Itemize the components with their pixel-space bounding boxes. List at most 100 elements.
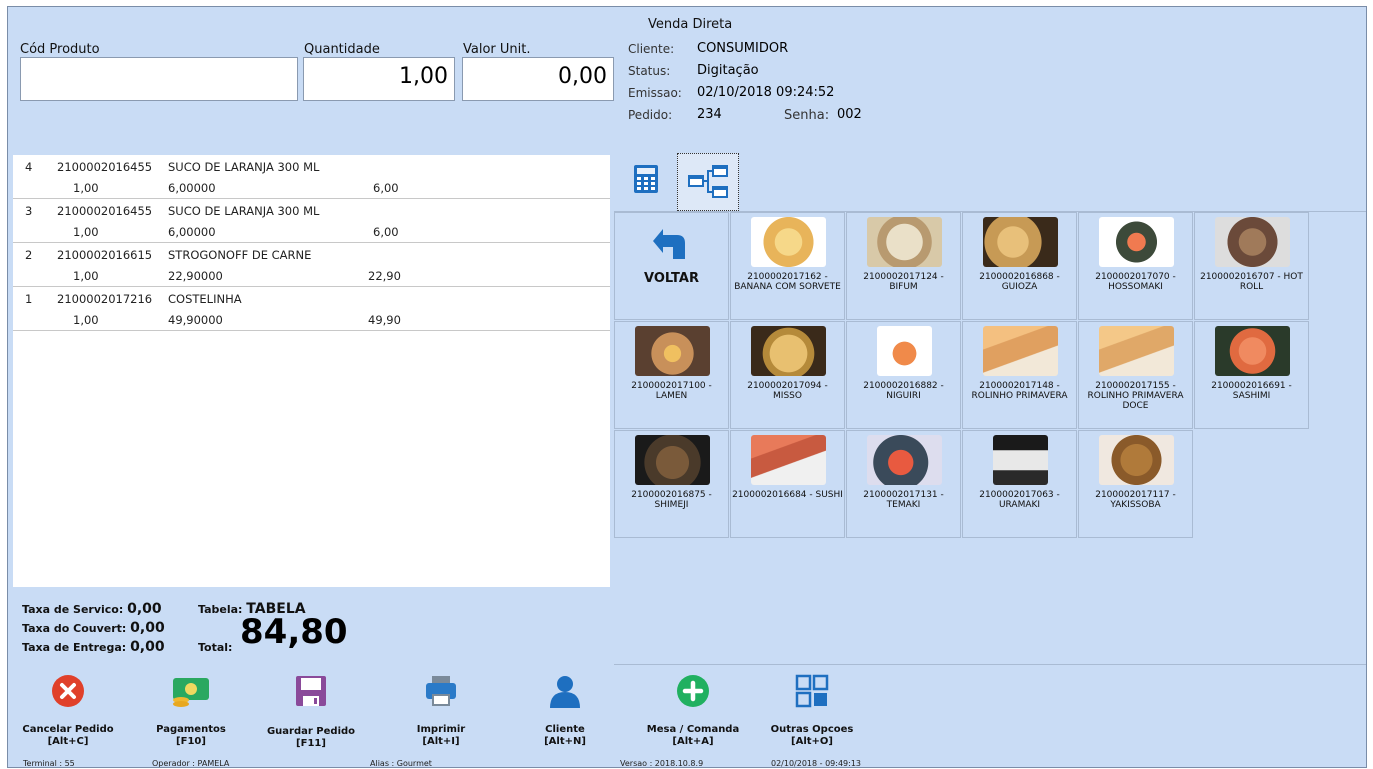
printer-icon [426, 676, 456, 706]
guardar-pedido-button[interactable]: Guardar Pedido [F11] [256, 674, 366, 750]
product-tile[interactable]: 2100002017131 - TEMAKI [846, 430, 961, 538]
cod-produto-label: Cód Produto [20, 42, 100, 57]
product-tile[interactable]: 2100002016691 - SASHIMI [1194, 321, 1309, 429]
money-icon [173, 678, 209, 707]
product-image [993, 435, 1048, 485]
product-label: 2100002017124 - BIFUM [863, 272, 944, 292]
calculator-mode-button[interactable] [617, 153, 675, 205]
product-tile[interactable]: 2100002017094 - MISSO [730, 321, 845, 429]
taxa-couvert-value: 0,00 [130, 620, 165, 636]
product-tile[interactable]: 2100002016882 - NIGUIRI [846, 321, 961, 429]
list-item[interactable]: 1 2100002017216 COSTELINHA 1,00 49,90000… [13, 287, 610, 331]
product-tile[interactable]: 2100002017100 - LAMEN [614, 321, 729, 429]
grid-options-icon [795, 674, 829, 708]
cancelar-shortcut: [Alt+C] [47, 736, 89, 747]
outras-opcoes-button[interactable]: Outras Opcoes [Alt+O] [757, 674, 867, 748]
senha-value: 002 [837, 107, 862, 122]
product-tile[interactable]: 2100002017117 - YAKISSOBA [1078, 430, 1193, 538]
total-value: 84,80 [240, 612, 348, 652]
item-name: SUCO DE LARANJA 300 ML [168, 160, 320, 174]
app-window: Venda Direta Cód Produto Quantidade 1,00… [7, 6, 1367, 768]
mesa-shortcut: [Alt+A] [672, 736, 714, 747]
product-grid: VOLTAR 2100002017162 - BANANA COM SORVET… [614, 211, 1366, 665]
item-code: 2100002016455 [57, 204, 153, 218]
item-unit: 6,00000 [168, 225, 216, 239]
product-tile[interactable]: 2100002017070 - HOSSOMAKI [1078, 212, 1193, 320]
product-tile[interactable]: 2100002016684 - SUSHI [730, 430, 845, 538]
product-image [751, 217, 826, 267]
product-label: 2100002017094 - MISSO [747, 381, 828, 401]
pagamentos-button[interactable]: Pagamentos [F10] [136, 674, 246, 748]
item-total: 6,00 [373, 225, 399, 239]
list-item[interactable]: 3 2100002016455 SUCO DE LARANJA 300 ML 1… [13, 199, 610, 243]
item-seq: 3 [25, 204, 33, 218]
item-total: 22,90 [368, 269, 401, 283]
product-image [867, 435, 942, 485]
item-unit: 22,90000 [168, 269, 223, 283]
taxa-couvert: Taxa do Couvert: 0,00 [22, 620, 165, 636]
product-tree-mode-button[interactable] [677, 153, 739, 211]
cancel-icon [52, 675, 84, 707]
taxa-servico-label: Taxa de Servico: [22, 603, 124, 616]
emissao-label: Emissao: [628, 86, 682, 100]
product-label: 2100002016691 - SASHIMI [1211, 381, 1292, 401]
taxa-servico-value: 0,00 [127, 601, 162, 617]
list-item[interactable]: 2 2100002016615 STROGONOFF DE CARNE 1,00… [13, 243, 610, 287]
cod-produto-input[interactable] [20, 57, 298, 101]
add-icon [677, 675, 709, 707]
product-tile[interactable]: 2100002017155 - ROLINHO PRIMAVERA DOCE [1078, 321, 1193, 429]
quantidade-input[interactable]: 1,00 [303, 57, 455, 101]
senha-label: Senha: [784, 108, 830, 123]
status-versao: Versao : 2018.10.8.9 [620, 759, 704, 768]
window-title: Venda Direta [648, 17, 733, 32]
cancelar-pedido-button[interactable]: Cancelar Pedido [Alt+C] [13, 674, 123, 748]
valor-unit-input[interactable]: 0,00 [462, 57, 614, 101]
back-arrow-icon [653, 229, 685, 259]
product-label: 2100002016707 - HOT ROLL [1200, 272, 1303, 292]
cliente-value: CONSUMIDOR [697, 41, 789, 56]
product-tile[interactable]: 2100002017124 - BIFUM [846, 212, 961, 320]
cliente-button[interactable]: Cliente [Alt+N] [510, 674, 620, 748]
product-image [635, 435, 710, 485]
product-image [983, 326, 1058, 376]
item-qty: 1,00 [73, 225, 99, 239]
item-code: 2100002016455 [57, 160, 153, 174]
product-image [1099, 435, 1174, 485]
pagamentos-shortcut: [F10] [176, 736, 206, 747]
pagamentos-label: Pagamentos [156, 724, 226, 735]
tabela-label: Tabela: [198, 603, 243, 616]
calculator-icon [634, 165, 658, 193]
item-code: 2100002016615 [57, 248, 153, 262]
product-tile[interactable]: 2100002017063 - URAMAKI [962, 430, 1077, 538]
product-image [751, 326, 826, 376]
product-tile[interactable]: 2100002016875 - SHIMEJI [614, 430, 729, 538]
voltar-button[interactable]: VOLTAR [614, 212, 729, 320]
product-label: 2100002016684 - SUSHI [732, 490, 843, 500]
status-operador: Operador : PAMELA [152, 759, 230, 768]
product-tile[interactable]: 2100002016868 - GUIOZA [962, 212, 1077, 320]
quantidade-label: Quantidade [304, 42, 380, 57]
imprimir-button[interactable]: Imprimir [Alt+I] [386, 674, 496, 748]
product-label: 2100002017070 - HOSSOMAKI [1095, 272, 1176, 292]
taxa-couvert-label: Taxa do Couvert: [22, 622, 127, 635]
pedido-value: 234 [697, 107, 722, 122]
product-tile[interactable]: 2100002016707 - HOT ROLL [1194, 212, 1309, 320]
item-code: 2100002017216 [57, 292, 153, 306]
cliente-shortcut: [Alt+N] [544, 736, 586, 747]
product-tile[interactable]: 2100002017148 - ROLINHO PRIMAVERA [962, 321, 1077, 429]
list-item[interactable]: 4 2100002016455 SUCO DE LARANJA 300 ML 1… [13, 155, 610, 199]
mesa-comanda-button[interactable]: Mesa / Comanda [Alt+A] [638, 674, 748, 748]
product-label: 2100002017148 - ROLINHO PRIMAVERA [971, 381, 1068, 401]
imprimir-shortcut: [Alt+I] [422, 736, 460, 747]
item-total: 6,00 [373, 181, 399, 195]
guardar-label: Guardar Pedido [266, 726, 356, 737]
outras-label: Outras Opcoes [770, 724, 854, 735]
product-label: 2100002017131 - TEMAKI [863, 490, 944, 510]
product-image [983, 217, 1058, 267]
order-items-list: 4 2100002016455 SUCO DE LARANJA 300 ML 1… [13, 155, 610, 587]
item-qty: 1,00 [73, 181, 99, 195]
product-tile[interactable]: 2100002017162 - BANANA COM SORVETE [730, 212, 845, 320]
item-unit: 49,90000 [168, 313, 223, 327]
taxa-entrega: Taxa de Entrega: 0,00 [22, 639, 165, 655]
user-icon [550, 676, 580, 708]
